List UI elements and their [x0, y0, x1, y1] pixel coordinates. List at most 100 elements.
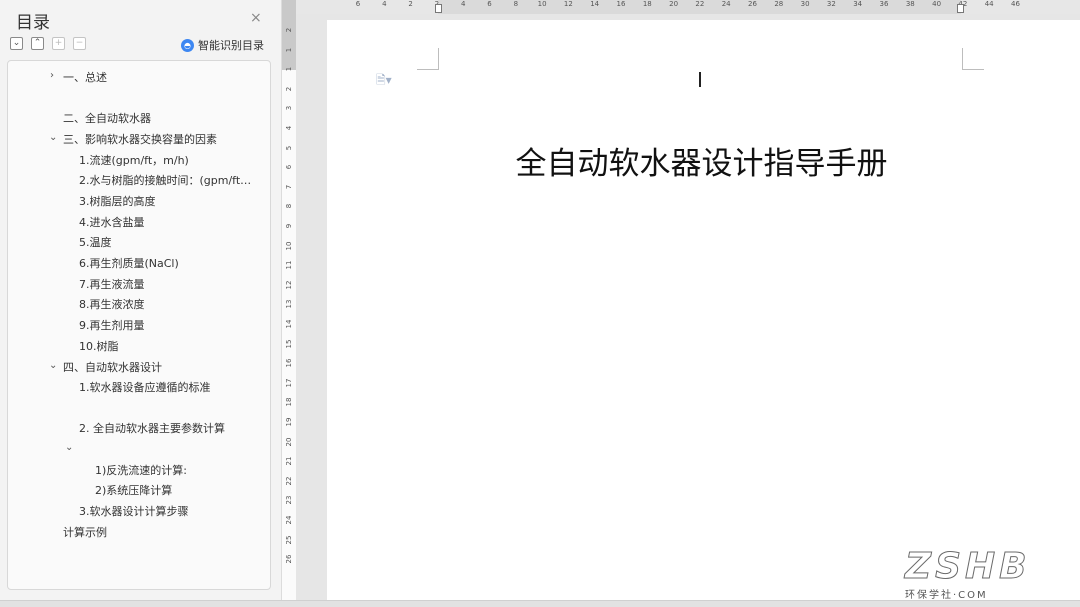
ruler-tick-label: 18: [285, 397, 293, 407]
vertical-ruler[interactable]: 2 1 1 2 3 4 5 6 7 8 9 10 11 12 13 14 15 16 17 18 19 20 21 22 23 2…: [282, 0, 296, 607]
toc-list: › 一、总述 二、全自动软水器 ⌄ 三、影响软水器交换容量的因素 1.流速(gp…: [7, 60, 271, 590]
ruler-tick-label: 21: [285, 456, 293, 466]
watermark-caption: 环保学社·COM: [905, 590, 988, 601]
smart-toc-label: 智能识别目录: [198, 39, 264, 52]
collapse-all-icon[interactable]: ⌃: [31, 37, 44, 50]
ruler-tick-label: 8: [513, 0, 519, 8]
ruler-tick-label: 6: [487, 0, 492, 8]
document-title[interactable]: 全自动软水器设计指导手册: [440, 138, 963, 183]
smart-toc-icon: ◓: [181, 38, 194, 52]
margin-corner-mark: [417, 48, 439, 70]
ruler-tick-label: 26: [748, 0, 757, 8]
toc-item[interactable]: 3.树脂层的高度: [79, 194, 156, 210]
ruler-tick-label: 15: [285, 339, 293, 349]
toc-item[interactable]: 8.再生液浓度: [79, 297, 145, 313]
ruler-tick-label: 6: [355, 0, 361, 8]
ruler-tick-label: 14: [590, 0, 600, 8]
ruler-tick-label: 12: [285, 280, 293, 290]
toc-item[interactable]: 1.软水器设备应遵循的标准: [79, 380, 211, 396]
smart-toc-button[interactable]: ◓ 智能识别目录: [181, 37, 264, 53]
toc-item[interactable]: 计算示例: [63, 525, 107, 541]
ruler-tick-label: 7: [285, 184, 293, 190]
ruler-tick-label: 17: [285, 378, 293, 388]
ruler-tick-label: 36: [879, 0, 889, 8]
watermark-text: ZSHB: [905, 546, 1031, 587]
ruler-tick-label: 38: [905, 0, 915, 8]
toc-item[interactable]: 1)反洗流速的计算:: [95, 463, 187, 479]
chevron-right-icon[interactable]: ›: [50, 70, 54, 81]
ruler-tick-label: 22: [285, 476, 293, 486]
horizontal-ruler[interactable]: 6422468101214161820222426283032343638404…: [296, 0, 1080, 14]
toc-item[interactable]: 三、影响软水器交换容量的因素: [63, 132, 217, 148]
ruler-tick-label: 9: [285, 223, 293, 229]
ruler-tick-label: 23: [285, 495, 293, 505]
chevron-down-icon[interactable]: ⌄: [49, 360, 57, 371]
ruler-tick-label: 4: [285, 125, 293, 131]
toc-item[interactable]: 7.再生液流量: [79, 277, 145, 293]
ruler-tick-label: 2: [285, 27, 293, 33]
ruler-tick-label: 1: [285, 47, 293, 52]
ruler-tick-label: 24: [721, 0, 731, 8]
toc-item[interactable]: 6.再生剂质量(NaCl): [79, 256, 179, 272]
toc-item[interactable]: 3.软水器设计计算步骤: [79, 504, 189, 520]
watermark-logo: ZSHB 环保学社·COM: [905, 546, 1075, 604]
toc-item[interactable]: 5.温度: [79, 235, 112, 251]
ruler-tick-label: 16: [616, 0, 626, 8]
ruler-tick-label: 46: [1011, 0, 1020, 8]
text-cursor: [699, 72, 701, 87]
navigation-pane: 目录 × ⌄ ⌃ + − ◓ 智能识别目录 › 一、总述 二、全自动软水器 ⌄ …: [0, 0, 282, 607]
ruler-tick-label: 32: [826, 0, 836, 8]
remove-heading-icon[interactable]: −: [73, 37, 86, 50]
margin-corner-mark: [962, 48, 984, 70]
ruler-tick-label: 40: [932, 0, 942, 8]
chevron-down-icon[interactable]: ⌄: [65, 442, 73, 453]
ruler-tick-label: 4: [382, 0, 387, 8]
ruler-tick-label: 20: [285, 437, 293, 447]
ruler-tick-label: 2: [408, 0, 413, 8]
document-page[interactable]: [327, 20, 1080, 600]
toc-item[interactable]: 4.进水含盐量: [79, 215, 145, 231]
toc-item[interactable]: 1.流速(gpm/ft，m/h): [79, 153, 189, 169]
ruler-tick-label: 25: [285, 535, 293, 545]
right-indent-marker[interactable]: [957, 4, 964, 13]
ruler-tick-label: 5: [285, 145, 293, 150]
wps-writer-window: 目录 × ⌄ ⌃ + − ◓ 智能识别目录 › 一、总述 二、全自动软水器 ⌄ …: [0, 0, 1080, 607]
toc-item[interactable]: 2.水与树脂的接触时间：(gpm/ft…: [79, 173, 251, 189]
ruler-tick-label: 1: [285, 66, 293, 72]
ruler-tick-label: 18: [642, 0, 652, 8]
close-icon[interactable]: ×: [250, 10, 262, 26]
ruler-tick-label: 19: [285, 417, 293, 427]
ruler-tick-label: 34: [853, 0, 863, 8]
toc-item[interactable]: 9.再生剂用量: [79, 318, 145, 334]
toc-item[interactable]: 10.树脂: [79, 339, 119, 355]
ruler-tick-label: 4: [460, 0, 466, 8]
left-indent-marker[interactable]: [435, 4, 442, 13]
ruler-tick-label: 2: [285, 86, 293, 92]
ruler-tick-label: 24: [285, 515, 293, 525]
add-heading-icon[interactable]: +: [52, 37, 65, 50]
ruler-tick-label: 20: [669, 0, 679, 8]
ruler-tick-label: 12: [563, 0, 573, 8]
ruler-tick-label: 26: [285, 554, 293, 564]
ruler-tick-label: 11: [285, 260, 293, 270]
toc-item[interactable]: 四、自动软水器设计: [63, 360, 162, 376]
paragraph-options-icon[interactable]: 🗎▾: [376, 71, 392, 92]
pane-title: 目录: [16, 13, 50, 33]
ruler-tick-label: 30: [800, 0, 810, 8]
toc-item[interactable]: 2. 全自动软水器主要参数计算: [79, 421, 225, 437]
toc-toolbar: ⌄ ⌃ + −: [10, 37, 86, 50]
ruler-tick-label: 44: [984, 0, 994, 8]
toc-item[interactable]: 二、全自动软水器: [63, 111, 151, 127]
ruler-tick-label: 10: [537, 0, 547, 8]
ruler-tick-label: 6: [285, 164, 293, 170]
ruler-tick-label: 28: [774, 0, 784, 8]
ruler-tick-label: 16: [285, 358, 293, 368]
toc-item[interactable]: 2)系统压降计算: [95, 483, 172, 499]
expand-all-icon[interactable]: ⌄: [10, 37, 23, 50]
ruler-tick-label: 3: [285, 106, 293, 111]
ruler-tick-label: 10: [285, 241, 293, 251]
chevron-down-icon[interactable]: ⌄: [49, 132, 57, 143]
toc-item[interactable]: 一、总述: [63, 70, 107, 86]
ruler-tick-label: 14: [285, 319, 293, 329]
ruler-tick-label: 22: [695, 0, 705, 8]
